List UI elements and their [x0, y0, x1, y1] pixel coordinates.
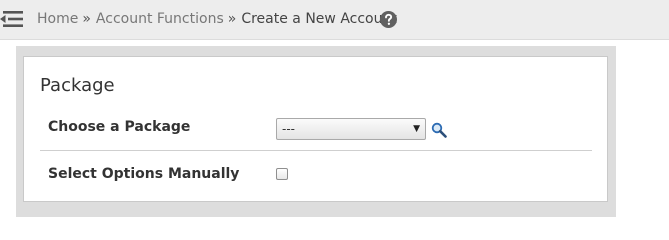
choose-package-label: Choose a Package	[48, 119, 191, 135]
search-icon[interactable]	[431, 122, 447, 138]
breadcrumb-account-functions-link[interactable]: Account Functions	[96, 11, 224, 27]
breadcrumb-home-link[interactable]: Home	[37, 11, 78, 27]
menu-collapse-icon[interactable]	[0, 9, 24, 29]
breadcrumb-bar: Home» Account Functions» Create a New Acco…	[0, 0, 669, 40]
dropdown-arrow-icon: ▼	[413, 124, 420, 134]
help-icon[interactable]	[380, 11, 397, 28]
package-select-value: ---	[282, 122, 295, 136]
select-options-manually-checkbox[interactable]	[276, 168, 288, 180]
row-divider	[40, 150, 592, 151]
package-section-title: Package	[40, 75, 115, 96]
breadcrumb-separator: »	[82, 11, 91, 27]
breadcrumb-separator: »	[227, 11, 237, 27]
breadcrumb: Home» Account Functions» Create a New Acco…	[37, 9, 397, 29]
package-select[interactable]: --- ▼	[276, 118, 426, 140]
page-title: Create a New Account	[241, 11, 397, 27]
select-options-manually-label: Select Options Manually	[48, 166, 240, 182]
